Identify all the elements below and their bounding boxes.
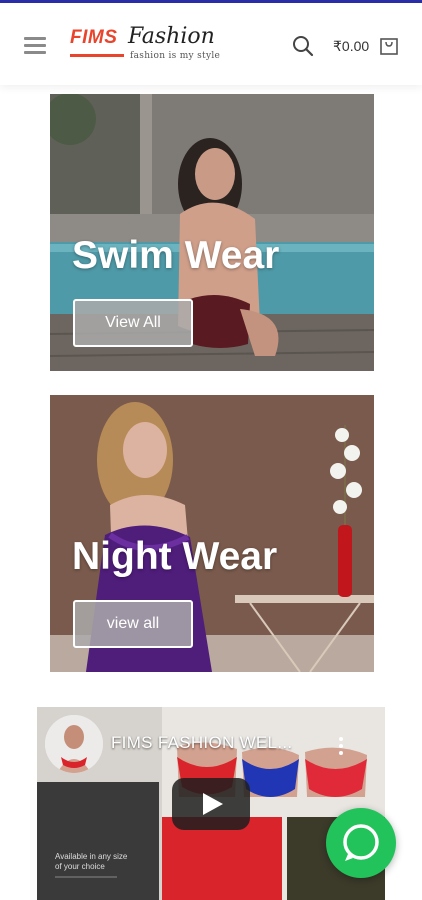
category-card-night-wear[interactable]: Night Wear view all	[50, 395, 374, 672]
channel-avatar[interactable]	[45, 715, 103, 773]
logo-underline	[70, 54, 124, 57]
play-icon[interactable]	[172, 778, 250, 830]
site-logo[interactable]: FIMS Fashion fashion is my style	[70, 24, 230, 67]
site-header: FIMS Fashion fashion is my style ₹0.00	[0, 3, 422, 85]
category-card-swim-wear[interactable]: Swim Wear View All	[50, 94, 374, 371]
whatsapp-icon	[343, 824, 379, 861]
category-title: Swim Wear	[72, 234, 280, 277]
whatsapp-chat-button[interactable]	[326, 808, 396, 878]
search-icon[interactable]	[292, 35, 314, 57]
cart-icon[interactable]	[379, 35, 399, 55]
video-caption: Available in any size of your choice	[55, 852, 128, 871]
category-title: Night Wear	[72, 535, 278, 578]
view-all-button[interactable]: view all	[73, 600, 193, 648]
more-vert-icon[interactable]	[335, 735, 347, 757]
view-all-button[interactable]: View All	[73, 299, 193, 347]
logo-tagline: fashion is my style	[130, 51, 221, 61]
avatar-image	[45, 715, 103, 773]
logo-secondary-text: Fashion	[128, 24, 215, 49]
cart-total[interactable]: ₹0.00	[333, 38, 369, 55]
video-title[interactable]: FIMS FASHION WEL...	[111, 733, 292, 753]
menu-icon[interactable]	[24, 37, 46, 54]
logo-primary-text: FIMS	[70, 27, 118, 48]
